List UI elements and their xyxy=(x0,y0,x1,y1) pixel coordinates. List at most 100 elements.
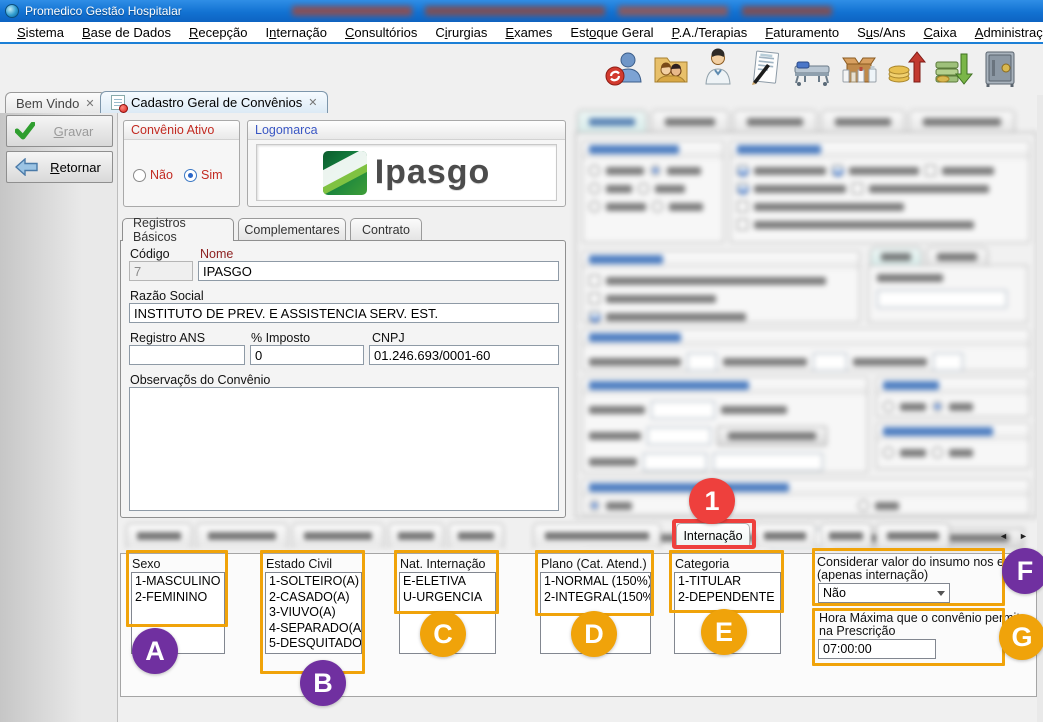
razao-social-field[interactable]: INSTITUTO DE PREV. E ASSISTENCIA SERV. E… xyxy=(129,303,559,323)
tab-label: Bem Vindo xyxy=(16,96,79,111)
menu-sus-ans[interactable]: Sus/Ans xyxy=(848,23,914,42)
list-item[interactable]: 1-NORMAL (150%) xyxy=(544,574,647,590)
safe-icon[interactable] xyxy=(980,48,1020,88)
redacted-tab[interactable] xyxy=(651,110,729,132)
redacted-title-text xyxy=(425,6,605,16)
nome-field[interactable]: IPASGO xyxy=(198,261,559,281)
list-item[interactable]: 2-FEMININO xyxy=(135,590,221,606)
tab-internacao[interactable]: Internação xyxy=(676,523,750,548)
logomarca-group: Logomarca Ipasgo xyxy=(247,120,566,207)
list-item[interactable]: 4-SEPARADO(A) xyxy=(269,621,358,637)
considerar-insumo-combo[interactable]: Não xyxy=(818,583,950,603)
list-item[interactable]: E-ELETIVA xyxy=(403,574,492,590)
tab-bem-vindo[interactable]: Bem Vindo ✕ xyxy=(5,92,106,113)
radio-sim[interactable]: Sim xyxy=(184,168,223,182)
redacted-tab[interactable] xyxy=(126,523,192,548)
cnpj-field[interactable]: 01.246.693/0001-60 xyxy=(369,345,559,365)
close-tab-icon[interactable]: ✕ xyxy=(85,97,94,110)
menu-base-de-dados[interactable]: Base de Dados xyxy=(73,23,180,42)
doctor-icon[interactable] xyxy=(698,48,738,88)
estado-civil-label: Estado Civil xyxy=(266,557,332,571)
hospital-bed-icon[interactable] xyxy=(792,48,832,88)
redacted-tab[interactable] xyxy=(876,523,950,548)
list-item[interactable]: 3-VIUVO(A) xyxy=(269,605,358,621)
tab-registros-basicos[interactable]: Registros Básicos xyxy=(122,218,234,241)
menu-consultorios[interactable]: Consultórios xyxy=(336,23,426,42)
convenio-ativo-group: Convênio Ativo Não Sim xyxy=(123,120,240,207)
tab-scroll-left-icon[interactable]: ◄ xyxy=(996,528,1011,543)
sexo-label: Sexo xyxy=(132,557,161,571)
redacted-tab[interactable] xyxy=(733,110,817,132)
logo-image: Ipasgo xyxy=(256,144,557,201)
registros-basicos-panel: Código Nome 7 IPASGO Razão Social INSTIT… xyxy=(120,240,566,518)
redacted-group xyxy=(582,329,1030,371)
redacted-tab[interactable] xyxy=(196,523,288,548)
gravar-button[interactable]: Gravar xyxy=(6,115,113,147)
menu-cirurgias[interactable]: Cirurgias xyxy=(426,23,496,42)
list-item[interactable]: U-URGENCIA xyxy=(403,590,492,606)
field-value: 07:00:00 xyxy=(823,642,872,656)
expense-down-icon[interactable] xyxy=(933,48,973,88)
redacted-tab[interactable] xyxy=(820,523,872,548)
menu-estoque-geral[interactable]: Estoque Geral xyxy=(561,23,662,42)
contract-document-icon[interactable] xyxy=(745,48,785,88)
annotation-badge-G: G xyxy=(999,614,1043,660)
user-sync-icon[interactable] xyxy=(604,48,644,88)
stock-box-icon[interactable] xyxy=(839,48,879,88)
menu-administracao[interactable]: Administração xyxy=(966,23,1043,42)
list-item[interactable]: 2-INTEGRAL(150%) xyxy=(544,590,647,606)
tab-cadastro-geral-convenios[interactable]: Cadastro Geral de Convênios ✕ xyxy=(100,91,328,113)
list-item[interactable]: 2-DEPENDENTE xyxy=(678,590,777,606)
list-item[interactable]: 1-MASCULINO xyxy=(135,574,221,590)
redacted-group xyxy=(730,141,1030,243)
convenio-ativo-title: Convênio Ativo xyxy=(124,121,239,140)
menu-exames[interactable]: Exames xyxy=(496,23,561,42)
redacted-tab[interactable] xyxy=(533,523,661,548)
redacted-tab[interactable] xyxy=(292,523,384,548)
tab-contrato[interactable]: Contrato xyxy=(350,218,422,240)
retornar-button[interactable]: Retornar xyxy=(6,151,113,183)
redacted-tab[interactable] xyxy=(821,110,905,132)
title-bar: Promedico Gestão Hospitalar xyxy=(0,0,1043,22)
menu-bar: Sistema Base de Dados Recepção Internaçã… xyxy=(0,22,1043,44)
registro-ans-label: Registro ANS xyxy=(130,331,205,345)
close-tab-icon[interactable]: ✕ xyxy=(308,96,317,109)
hora-maxima-field[interactable]: 07:00:00 xyxy=(818,639,936,659)
radio-circle xyxy=(133,169,146,182)
imposto-field[interactable]: 0 xyxy=(250,345,364,365)
menu-faturamento[interactable]: Faturamento xyxy=(756,23,848,42)
observacoes-textarea[interactable] xyxy=(129,387,559,511)
redacted-group xyxy=(876,377,1030,417)
list-item[interactable]: 2-CASADO(A) xyxy=(269,590,358,606)
redacted-tab[interactable] xyxy=(577,110,647,132)
menu-internacao[interactable]: Internação xyxy=(257,23,337,42)
redacted-tab[interactable] xyxy=(448,523,504,548)
back-arrow-icon xyxy=(15,158,39,176)
document-icon xyxy=(111,95,125,110)
list-item[interactable]: 6-DIVORCIADO(A) xyxy=(269,652,358,655)
list-item[interactable]: 1-SOLTEIRO(A) xyxy=(269,574,358,590)
menu-recepcao[interactable]: Recepção xyxy=(180,23,257,42)
dropdown-arrow-icon xyxy=(937,591,945,596)
codigo-field[interactable]: 7 xyxy=(129,261,193,281)
menu-caixa[interactable]: Caixa xyxy=(915,23,966,42)
annotation-badge-B: B xyxy=(300,660,346,706)
registro-ans-field[interactable] xyxy=(129,345,245,365)
redacted-tab[interactable] xyxy=(754,523,816,548)
chat-icon-partial[interactable] xyxy=(1027,48,1043,88)
estado-civil-listbox[interactable]: 1-SOLTEIRO(A)2-CASADO(A)3-VIUVO(A)4-SEPA… xyxy=(265,572,362,654)
menu-sistema[interactable]: Sistema xyxy=(8,23,73,42)
tab-complementares[interactable]: Complementares xyxy=(238,218,346,240)
redacted-tab[interactable] xyxy=(388,523,444,548)
list-item[interactable]: 5-DESQUITADO(A) xyxy=(269,636,358,652)
plano-label: Plano (Cat. Atend.) xyxy=(541,557,647,571)
revenue-up-icon[interactable] xyxy=(886,48,926,88)
annotation-badge-1: 1 xyxy=(689,478,735,524)
patients-folder-icon[interactable] xyxy=(651,48,691,88)
menu-pa-terapias[interactable]: P.A./Terapias xyxy=(663,23,757,42)
tab-scroll-right-icon[interactable]: ► xyxy=(1016,528,1031,543)
redacted-tab[interactable] xyxy=(909,110,1015,132)
list-item[interactable]: 1-TITULAR xyxy=(678,574,777,590)
left-action-sidebar: Gravar Retornar xyxy=(0,113,118,722)
radio-nao[interactable]: Não xyxy=(133,168,173,182)
